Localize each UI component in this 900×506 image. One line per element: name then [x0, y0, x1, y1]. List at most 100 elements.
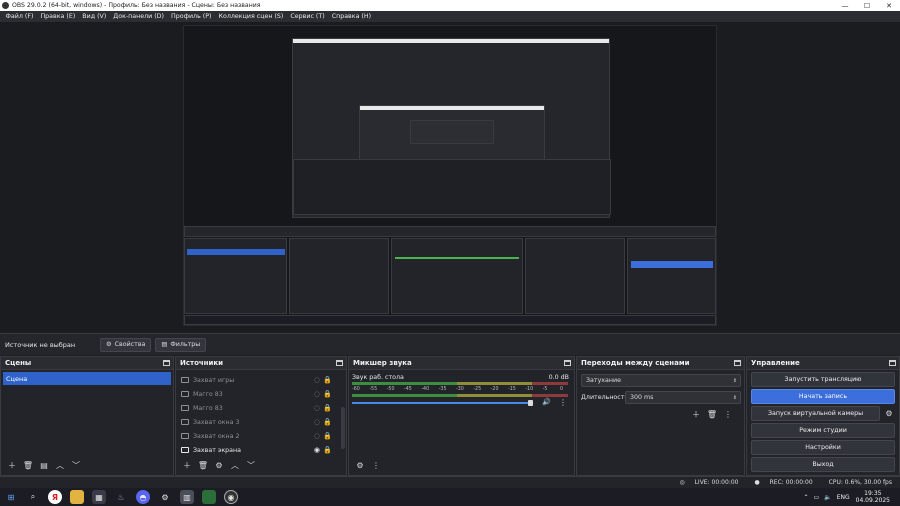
window-title: OBS 29.0.2 (64-bit, windows) - Профиль: …	[12, 2, 261, 9]
app-icon[interactable]: ▦	[92, 490, 106, 504]
menu-docks[interactable]: Док-панели (D)	[110, 13, 168, 20]
popout-icon[interactable]	[163, 360, 170, 366]
popout-icon[interactable]	[564, 360, 571, 366]
remove-scene-trash-icon[interactable]: 🗑	[21, 458, 35, 472]
add-source-button[interactable]: ＋	[180, 458, 194, 472]
chevron-up-icon[interactable]: ⌃	[804, 494, 809, 501]
popout-icon[interactable]	[336, 360, 343, 366]
start-virtual-camera-button[interactable]: Запуск виртуальной камеры	[751, 406, 880, 421]
eye-icon[interactable]: ◉	[314, 446, 320, 454]
network-icon[interactable]: ▭	[814, 494, 820, 501]
eye-hidden-icon[interactable]: ◌	[314, 418, 320, 426]
menu-profile[interactable]: Профиль (P)	[168, 13, 216, 20]
mixer-db-value: 0.0 dB	[548, 374, 569, 381]
lock-icon[interactable]: 🔒	[323, 418, 332, 426]
move-up-chevron-icon[interactable]: ︿	[228, 458, 242, 472]
calculator-icon[interactable]: ▥	[180, 490, 194, 504]
volume-slider[interactable]	[352, 400, 537, 406]
move-down-chevron-icon[interactable]: ﹀	[244, 458, 258, 472]
menu-file[interactable]: Файл (F)	[2, 13, 37, 20]
lock-icon[interactable]: 🔒	[323, 404, 332, 412]
transition-menu-icon[interactable]: ⋮	[721, 407, 735, 421]
settings-button[interactable]: Настройки	[751, 440, 895, 455]
meter-red	[532, 382, 568, 385]
volume-icon[interactable]: 🔈	[824, 494, 831, 501]
steam-icon[interactable]: ♨	[114, 490, 128, 504]
nested-transitions	[525, 238, 625, 314]
close-icon[interactable]: ✕	[878, 0, 900, 11]
yandex-browser-icon[interactable]: Я	[48, 490, 62, 504]
scenes-header: Сцены	[1, 357, 173, 370]
menu-tools[interactable]: Сервис (T)	[287, 13, 328, 20]
volume-slider-knob[interactable]	[528, 400, 534, 406]
lock-icon[interactable]: 🔒	[323, 390, 332, 398]
exit-button[interactable]: Выход	[751, 457, 895, 472]
window-icon	[181, 405, 189, 411]
transition-type-select[interactable]: Затухание ⇕	[581, 374, 741, 387]
studio-mode-button[interactable]: Режим студии	[751, 423, 895, 438]
add-transition-button[interactable]: ＋	[689, 407, 703, 421]
popout-icon[interactable]	[734, 360, 741, 366]
sources-dock: Источники Захват игры ◌ 🔒 Магго 83 ◌ 🔒 М…	[175, 356, 347, 476]
menu-edit[interactable]: Правка (E)	[37, 13, 79, 20]
properties-button[interactable]: ⚙ Свойства	[100, 337, 152, 352]
source-toolbar: Источник не выбран ⚙ Свойства ▤ Фильтры	[0, 333, 900, 355]
mixer-tick-label: -30	[456, 387, 464, 392]
add-scene-button[interactable]: ＋	[5, 458, 19, 472]
lock-icon[interactable]: 🔒	[323, 376, 332, 384]
eye-hidden-icon[interactable]: ◌	[314, 376, 320, 384]
window-icon	[181, 391, 189, 397]
source-item[interactable]: Захват окна 3 ◌ 🔒	[176, 415, 340, 429]
menu-scene-collection[interactable]: Коллекция сцен (S)	[215, 13, 287, 20]
eye-hidden-icon[interactable]: ◌	[314, 432, 320, 440]
virtual-camera-gear-icon[interactable]: ⚙	[882, 407, 896, 421]
menu-view[interactable]: Вид (V)	[79, 13, 110, 20]
obs-taskbar-icon[interactable]: ◉	[224, 490, 238, 504]
remove-source-trash-icon[interactable]: 🗑	[196, 458, 210, 472]
duration-spinbox[interactable]: 300 ms ⇕	[625, 391, 741, 404]
eye-hidden-icon[interactable]: ◌	[314, 390, 320, 398]
popout-icon[interactable]	[889, 360, 896, 366]
eye-hidden-icon[interactable]: ◌	[314, 404, 320, 412]
discord-icon[interactable]: ◓	[136, 490, 150, 504]
menu-help[interactable]: Справка (H)	[328, 13, 374, 20]
minimize-icon[interactable]: —	[834, 0, 856, 11]
scene-filters-icon[interactable]: ▤	[37, 458, 51, 472]
mixer-menu-icon[interactable]: ⋮	[369, 458, 383, 472]
app-green-icon[interactable]	[202, 490, 216, 504]
clock-time[interactable]: 19:35	[864, 490, 881, 497]
source-item[interactable]: Захват окна 2 ◌ 🔒	[176, 429, 340, 443]
remove-transition-trash-icon[interactable]: 🗑	[705, 407, 719, 421]
taskbar: ⊞ ⌕ Я ▦ ♨ ◓ ⚙ ▥ ◉ ⌃ ▭ 🔈 ENG 19:35 04.09.…	[0, 488, 900, 506]
nested-sourcebar	[184, 226, 716, 237]
source-properties-gear-icon[interactable]: ⚙	[212, 458, 226, 472]
start-recording-button[interactable]: Начать запись	[751, 389, 895, 404]
lock-icon[interactable]: 🔒	[323, 432, 332, 440]
settings-gear-icon[interactable]: ⚙	[158, 490, 172, 504]
kebab-menu-icon[interactable]: ⋮	[559, 398, 567, 407]
obs-logo-icon	[2, 2, 9, 9]
start-streaming-button[interactable]: Запустить трансляцию	[751, 372, 895, 387]
advanced-audio-gear-icon[interactable]: ⚙	[353, 458, 367, 472]
audio-mixer-dock: Микшер звука Звук раб. стола 0.0 dB -60 -…	[348, 356, 575, 476]
window-icon	[181, 419, 189, 425]
file-explorer-icon[interactable]	[70, 490, 84, 504]
filters-button[interactable]: ▤ Фильтры	[155, 337, 207, 352]
scene-item[interactable]: Сцена	[3, 372, 171, 385]
language-indicator[interactable]: ENG	[837, 494, 850, 501]
speaker-icon[interactable]: 🔊	[542, 398, 551, 406]
source-item[interactable]: Магго 83 ◌ 🔒	[176, 387, 340, 401]
source-item[interactable]: Магго 83 ◌ 🔒	[176, 401, 340, 415]
lock-icon[interactable]: 🔒	[323, 446, 332, 454]
clock-date[interactable]: 04.09.2025	[856, 497, 890, 504]
maximize-icon[interactable]: ☐	[856, 0, 878, 11]
move-up-chevron-icon[interactable]: ︿	[53, 458, 67, 472]
mixer-tick-label: -40	[421, 387, 430, 392]
source-item[interactable]: Захват игры ◌ 🔒	[176, 373, 340, 387]
preview-canvas[interactable]	[183, 25, 717, 326]
windows-start-icon[interactable]: ⊞	[4, 490, 18, 504]
search-icon[interactable]: ⌕	[26, 490, 40, 504]
sources-scrollbar[interactable]	[341, 407, 345, 449]
menu-bar: Файл (F) Правка (E) Вид (V) Док-панели (…	[0, 11, 900, 23]
move-down-chevron-icon[interactable]: ﹀	[69, 458, 83, 472]
